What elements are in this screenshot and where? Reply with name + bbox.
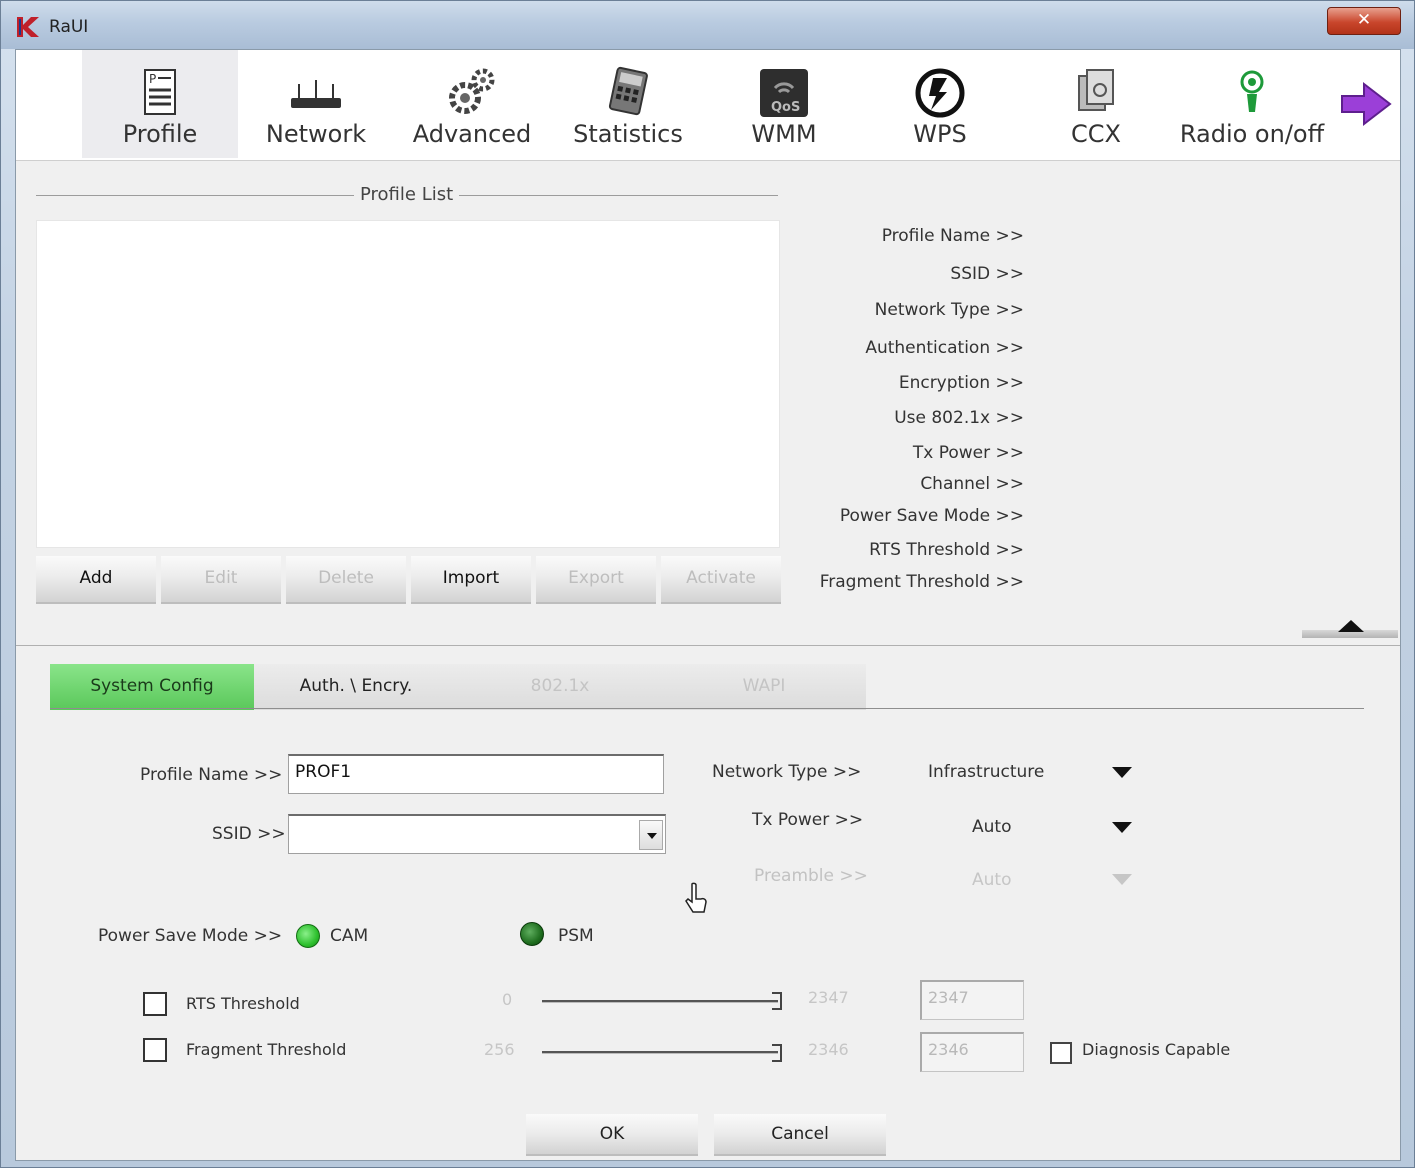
toolbar-ccx[interactable]: CCX <box>1018 50 1174 158</box>
main-toolbar: P Profile Network Advanced Statistics Qo… <box>16 50 1400 161</box>
info-channel: Channel >> <box>920 474 1024 494</box>
close-button[interactable]: ✕ <box>1327 7 1401 35</box>
toolbar-network[interactable]: Network <box>238 50 394 158</box>
rts-max: 2347 <box>808 988 849 1007</box>
import-button[interactable]: Import <box>411 556 531 604</box>
preamble-label: Preamble >> <box>754 866 868 886</box>
client-area: P Profile Network Advanced Statistics Qo… <box>15 49 1401 1161</box>
rts-slider-thumb[interactable] <box>772 992 782 1010</box>
info-rts-threshold: RTS Threshold >> <box>869 540 1024 560</box>
tx-power-select[interactable]: Auto <box>972 817 1011 837</box>
frag-slider-thumb[interactable] <box>772 1044 782 1062</box>
fragment-threshold-label: Fragment Threshold <box>186 1040 347 1059</box>
radio-icon <box>1240 70 1264 112</box>
next-arrow-icon[interactable] <box>1338 80 1394 128</box>
frag-slider[interactable] <box>542 1051 778 1054</box>
toolbar-radio[interactable]: Radio on/off <box>1174 50 1330 158</box>
toolbar-label: Advanced <box>412 120 532 148</box>
psm-radio[interactable] <box>520 922 544 946</box>
toolbar-wmm[interactable]: QoS WMM <box>706 50 862 158</box>
tab-auth-encry[interactable]: Auth. \ Encry. <box>254 664 458 710</box>
export-button[interactable]: Export <box>536 556 656 604</box>
cam-radio[interactable] <box>296 924 320 948</box>
svg-text:P: P <box>149 72 156 86</box>
toolbar-profile[interactable]: P Profile <box>82 50 238 158</box>
tab-underline <box>50 708 1364 709</box>
window-title: RaUI <box>49 17 89 37</box>
toolbar-label: Profile <box>122 120 198 148</box>
chevron-down-icon[interactable] <box>1112 767 1132 778</box>
info-authentication: Authentication >> <box>865 338 1024 358</box>
tab-system-config[interactable]: System Config <box>50 664 254 710</box>
delete-button[interactable]: Delete <box>286 556 406 604</box>
rts-min: 0 <box>502 990 513 1009</box>
tab-8021x[interactable]: 802.1x <box>458 664 662 710</box>
title-bar[interactable]: RaUI ✕ <box>1 1 1414 49</box>
ssid-label: SSID >> <box>212 824 286 844</box>
frag-value-field[interactable]: 2346 <box>920 1032 1024 1072</box>
chevron-down-icon[interactable] <box>1112 874 1132 885</box>
profile-name-label: Profile Name >> <box>140 765 283 785</box>
profile-listbox[interactable] <box>36 220 780 548</box>
fragment-threshold-checkbox[interactable] <box>143 1038 167 1062</box>
app-window: RaUI ✕ P Profile Network Advanced Statis… <box>0 0 1415 1168</box>
profile-icon: P <box>144 69 176 115</box>
toolbar-label: WMM <box>751 120 817 148</box>
advanced-icon <box>449 68 495 114</box>
chevron-down-icon[interactable] <box>639 820 663 850</box>
tab-wapi[interactable]: WAPI <box>662 664 866 710</box>
cancel-button[interactable]: Cancel <box>714 1114 886 1156</box>
panel-divider <box>16 645 1400 646</box>
rts-value-field[interactable]: 2347 <box>920 980 1024 1020</box>
toolbar-label: Radio on/off <box>1179 120 1325 148</box>
wmm-icon: QoS <box>760 69 808 117</box>
info-ssid: SSID >> <box>950 264 1024 284</box>
toolbar-statistics[interactable]: Statistics <box>550 50 706 158</box>
rts-threshold-checkbox[interactable] <box>143 992 167 1016</box>
ssid-combobox[interactable] <box>288 814 666 854</box>
frag-max: 2346 <box>808 1040 849 1059</box>
info-profile-name: Profile Name >> <box>881 226 1024 246</box>
svg-text:QoS: QoS <box>771 100 800 115</box>
info-power-save-mode: Power Save Mode >> <box>839 506 1024 526</box>
network-type-select[interactable]: Infrastructure <box>928 762 1044 782</box>
rts-slider[interactable] <box>542 1000 778 1003</box>
psm-label: PSM <box>558 926 594 946</box>
info-fragment-threshold: Fragment Threshold >> <box>819 572 1024 592</box>
app-logo-icon <box>17 17 39 37</box>
activate-button[interactable]: Activate <box>661 556 781 604</box>
profile-name-input[interactable]: PROF1 <box>288 754 664 794</box>
frag-min: 256 <box>484 1040 515 1059</box>
collapse-up-icon[interactable] <box>1338 620 1364 632</box>
diagnosis-capable-label: Diagnosis Capable <box>1082 1040 1231 1059</box>
wps-icon <box>915 68 965 118</box>
toolbar-advanced[interactable]: Advanced <box>394 50 550 158</box>
power-save-label: Power Save Mode >> <box>98 926 283 946</box>
network-type-label: Network Type >> <box>712 762 862 782</box>
profile-list-title: Profile List <box>354 184 460 205</box>
statistics-icon <box>608 66 648 116</box>
ok-button[interactable]: OK <box>526 1114 698 1156</box>
toolbar-label: Network <box>265 120 367 148</box>
info-encryption: Encryption >> <box>898 373 1024 393</box>
add-button[interactable]: Add <box>36 556 156 604</box>
network-icon <box>291 80 341 108</box>
toolbar-label: Statistics <box>573 120 683 148</box>
edit-button[interactable]: Edit <box>161 556 281 604</box>
toolbar-label: CCX <box>1071 120 1121 148</box>
rts-threshold-label: RTS Threshold <box>186 994 300 1013</box>
chevron-down-icon[interactable] <box>1112 822 1132 833</box>
info-network-type: Network Type >> <box>874 300 1024 320</box>
diagnosis-capable-checkbox[interactable] <box>1050 1042 1072 1064</box>
cam-label: CAM <box>330 926 369 946</box>
tx-power-label: Tx Power >> <box>752 810 864 830</box>
toolbar-label: WPS <box>913 120 967 148</box>
ccx-icon <box>1078 69 1114 111</box>
mouse-cursor-icon <box>685 882 707 913</box>
info-tx-power: Tx Power >> <box>912 443 1024 463</box>
toolbar-wps[interactable]: WPS <box>862 50 1018 158</box>
preamble-select[interactable]: Auto <box>972 870 1011 890</box>
info-use-8021x: Use 802.1x >> <box>894 408 1024 428</box>
